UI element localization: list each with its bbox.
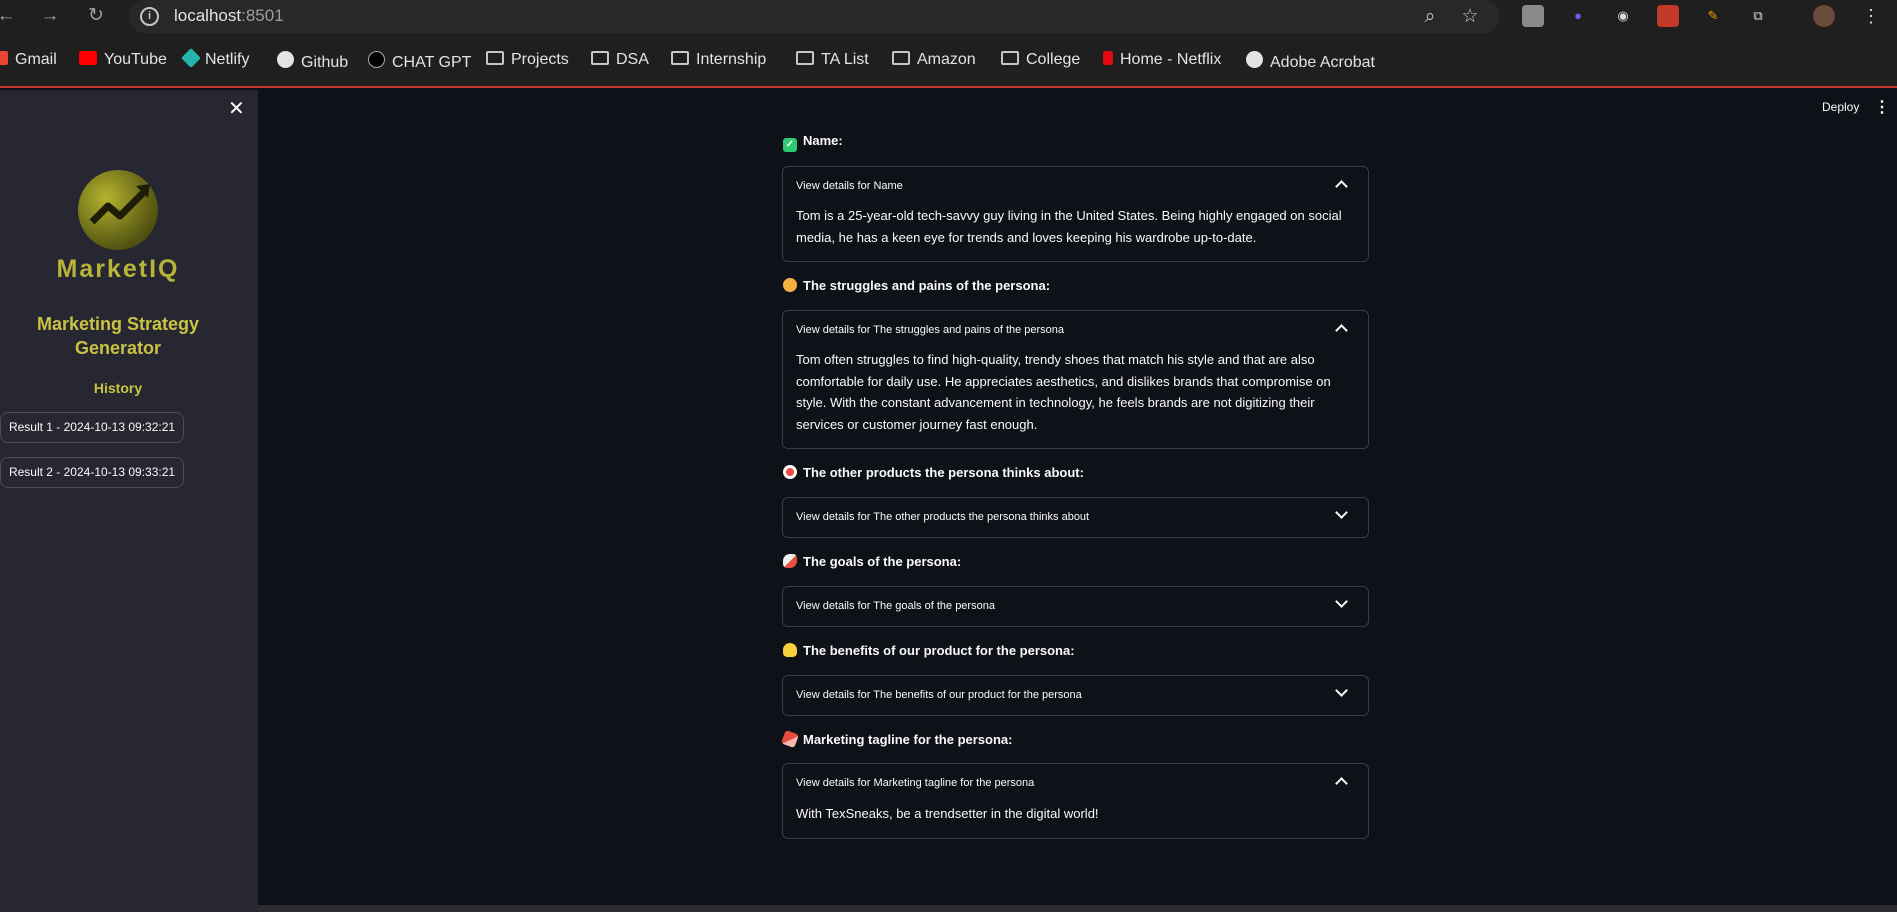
browser-toolbar: ← → ↻ i localhost:8501 ⌕ ☆ ● ◉ ✎ ⧉ ⋮: [0, 0, 1897, 33]
light-bulb-icon: [783, 643, 797, 657]
expander-benefits[interactable]: View details for The benefits of our pro…: [782, 675, 1369, 716]
bookmark-gmail[interactable]: Gmail: [0, 51, 57, 69]
section-heading-name: ✓ Name:: [783, 133, 843, 152]
horizontal-scrollbar[interactable]: [258, 905, 1897, 912]
expander-struggles: View details for The struggles and pains…: [782, 310, 1369, 449]
netflix-icon: [1103, 51, 1113, 65]
chevron-down-icon[interactable]: [1335, 684, 1348, 697]
marketiq-logo-icon: [78, 170, 158, 250]
section-heading-struggles: The struggles and pains of the persona:: [783, 278, 1050, 293]
bookmark-adobe-acrobat[interactable]: Adobe Acrobat: [1246, 51, 1375, 72]
netlify-icon: [181, 48, 201, 68]
expander-label: View details for The other products the …: [796, 511, 1090, 523]
section-heading-other-products: The other products the persona thinks ab…: [783, 465, 1084, 480]
extensions-puzzle-icon[interactable]: ⧉: [1747, 5, 1769, 27]
expander-header[interactable]: View details for Name: [783, 167, 1368, 205]
extension-pencil-icon[interactable]: ✎: [1702, 5, 1724, 27]
check-mark-icon: ✓: [783, 138, 797, 152]
folder-icon: [671, 51, 689, 65]
bookmark-projects[interactable]: Projects: [486, 51, 569, 69]
bookmark-youtube[interactable]: YouTube: [79, 51, 167, 69]
thinking-face-icon: [783, 278, 797, 292]
extension-icon[interactable]: [1522, 5, 1544, 27]
expander-label: View details for Marketing tagline for t…: [796, 777, 1035, 789]
expander-tagline: View details for Marketing tagline for t…: [782, 763, 1369, 839]
folder-icon: [892, 51, 910, 65]
history-heading: History: [93, 380, 143, 396]
bookmark-internship[interactable]: Internship: [671, 51, 766, 69]
section-heading-goals: The goals of the persona:: [783, 554, 961, 569]
history-result-button[interactable]: Result 2 - 2024-10-13 09:33:21: [0, 457, 184, 488]
site-info-icon[interactable]: i: [140, 7, 159, 26]
extension-red-icon[interactable]: [1657, 5, 1679, 27]
expander-name: View details for Name Tom is a 25-year-o…: [782, 166, 1369, 262]
target-icon: [783, 465, 797, 479]
gmail-icon: [0, 51, 8, 65]
folder-icon: [486, 51, 504, 65]
history-result-button[interactable]: Result 1 - 2024-10-13 09:32:21: [0, 412, 184, 443]
deploy-button[interactable]: Deploy: [1822, 100, 1859, 114]
sidebar: ✕ MarketIQ Marketing Strategy Generator …: [0, 90, 258, 912]
browser-menu-icon[interactable]: ⋮: [1860, 5, 1882, 27]
expander-header[interactable]: View details for Marketing tagline for t…: [783, 764, 1368, 802]
bookmark-chatgpt[interactable]: CHAT GPT: [368, 51, 471, 72]
chatgpt-icon: [368, 51, 385, 68]
expander-label: View details for The goals of the person…: [796, 600, 995, 612]
section-heading-benefits: The benefits of our product for the pers…: [783, 643, 1075, 658]
forward-arrow-icon[interactable]: →: [38, 4, 62, 28]
expander-label: View details for The struggles and pains…: [796, 324, 1065, 336]
bookmark-github[interactable]: Github: [277, 51, 348, 72]
bookmark-netlify[interactable]: Netlify: [181, 48, 249, 69]
back-arrow-icon[interactable]: ←: [0, 4, 18, 28]
bookmark-college[interactable]: College: [1001, 51, 1080, 69]
extension-flame-icon[interactable]: ●: [1567, 5, 1589, 27]
lipstick-icon: [781, 730, 799, 748]
chevron-up-icon[interactable]: [1335, 180, 1348, 193]
chevron-up-icon[interactable]: [1335, 324, 1348, 337]
bookmark-ta-list[interactable]: TA List: [796, 51, 869, 69]
bookmark-netflix[interactable]: Home - Netflix: [1103, 51, 1221, 69]
address-bar[interactable]: i localhost:8501 ⌕ ☆: [128, 0, 1500, 33]
section-heading-tagline: Marketing tagline for the persona:: [781, 730, 1012, 748]
main-menu-icon[interactable]: ⋮: [1874, 97, 1890, 117]
zoom-icon[interactable]: ⌕: [1418, 5, 1442, 29]
expander-body-text: Tom is a 25-year-old tech-savvy guy livi…: [796, 208, 1342, 245]
reload-icon[interactable]: ↻: [84, 4, 108, 28]
chevron-down-icon[interactable]: [1335, 595, 1348, 608]
bookmark-star-icon[interactable]: ☆: [1458, 5, 1482, 29]
folder-icon: [796, 51, 814, 65]
expander-body-text: With TexSneaks, be a trendsetter in the …: [796, 806, 1099, 821]
globe-icon: [1246, 51, 1263, 68]
expander-header[interactable]: View details for The benefits of our pro…: [783, 676, 1368, 714]
youtube-icon: [79, 51, 97, 65]
expander-header[interactable]: View details for The other products the …: [783, 498, 1368, 536]
expander-label: View details for Name: [796, 180, 903, 192]
logo-text: MarketIQ: [56, 255, 180, 283]
bookmark-dsa[interactable]: DSA: [591, 51, 649, 69]
expander-other-products[interactable]: View details for The other products the …: [782, 497, 1369, 538]
chevron-up-icon[interactable]: [1335, 777, 1348, 790]
expander-goals[interactable]: View details for The goals of the person…: [782, 586, 1369, 627]
app-title: Marketing Strategy Generator: [36, 314, 200, 358]
url-text[interactable]: localhost:8501: [174, 6, 284, 26]
folder-icon: [1001, 51, 1019, 65]
close-sidebar-icon[interactable]: ✕: [228, 96, 245, 121]
expander-header[interactable]: View details for The goals of the person…: [783, 587, 1368, 625]
github-icon: [277, 51, 294, 68]
profile-avatar[interactable]: [1813, 5, 1835, 27]
expander-header[interactable]: View details for The struggles and pains…: [783, 311, 1368, 349]
chevron-down-icon[interactable]: [1335, 506, 1348, 519]
expander-body-text: Tom often struggles to find high-quality…: [796, 352, 1331, 432]
bookmarks-bar: Gmail YouTube Netlify Github CHAT GPT Pr…: [0, 33, 1897, 88]
bookmark-amazon[interactable]: Amazon: [892, 51, 976, 69]
folder-icon: [591, 51, 609, 65]
rocket-icon: [783, 554, 797, 568]
extension-face-icon[interactable]: ◉: [1612, 5, 1634, 27]
expander-label: View details for The benefits of our pro…: [796, 689, 1082, 701]
